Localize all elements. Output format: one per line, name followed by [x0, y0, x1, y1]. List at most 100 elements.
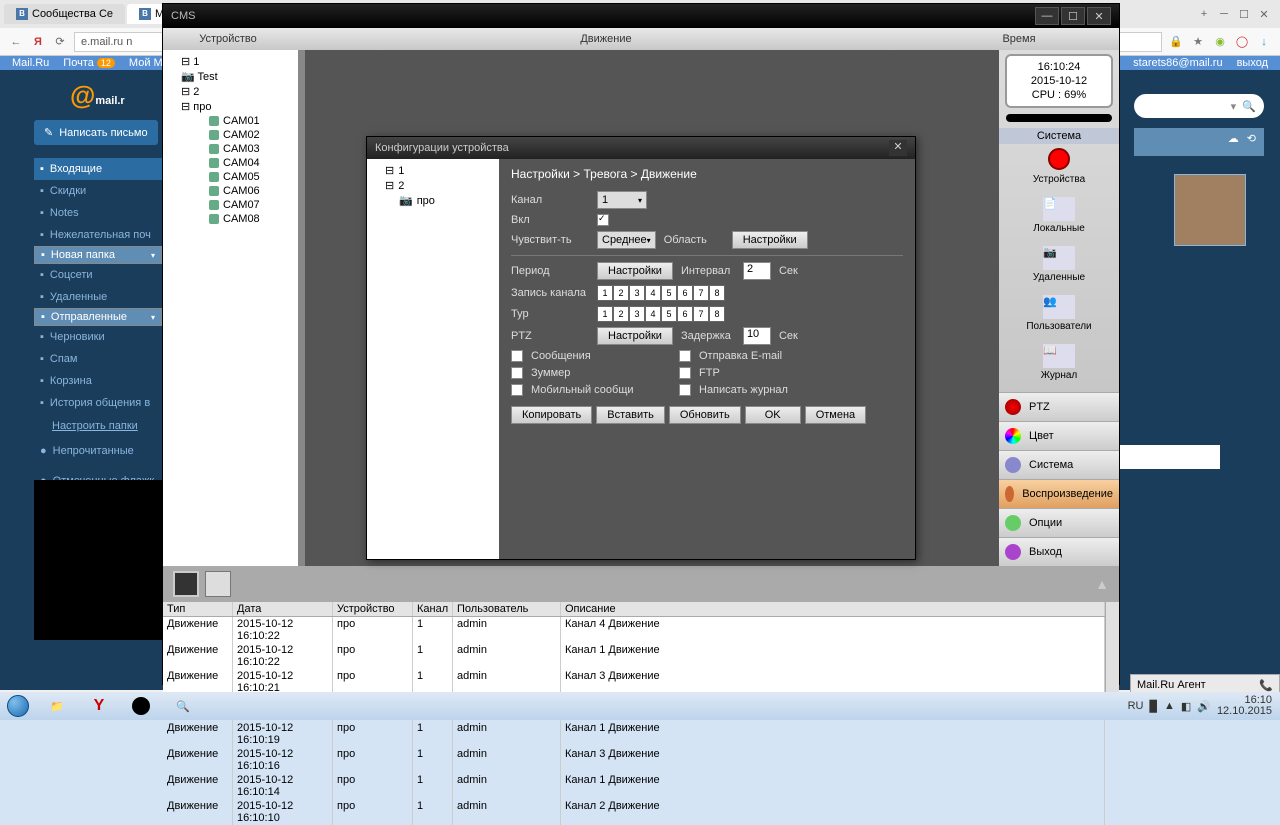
side-color[interactable]: Цвет: [999, 421, 1119, 450]
journal-icon[interactable]: 📖: [1043, 344, 1075, 368]
log-row[interactable]: Движение2015-10-12 16:10:19про1adminКана…: [163, 721, 1105, 747]
minimize-icon[interactable]: ─: [1216, 6, 1232, 22]
mail-folder[interactable]: ▪Notes: [34, 202, 162, 224]
cancel-button[interactable]: Отмена: [805, 406, 866, 424]
device-tree[interactable]: ⊟ 1 📷 Test⊟ 2 ⊟ проCAM01CAM02CAM03CAM04C…: [163, 50, 299, 566]
user-email[interactable]: starets86@mail.ru: [1133, 57, 1222, 69]
lang-indicator[interactable]: RU: [1128, 700, 1144, 712]
side-local[interactable]: Локальные: [1033, 223, 1085, 234]
side-playback[interactable]: Воспроизведение: [999, 479, 1119, 508]
refresh-icon[interactable]: ⟲: [1247, 132, 1256, 152]
paste-button[interactable]: Вставить: [596, 406, 665, 424]
mail-filter[interactable]: ●Непрочитанные: [34, 440, 162, 462]
mailru-link[interactable]: Mail.Ru: [12, 57, 49, 69]
mobile-checkbox[interactable]: [511, 384, 523, 396]
tray-icon[interactable]: 🔊: [1197, 700, 1211, 713]
log-row[interactable]: Движение2015-10-12 16:10:22про1adminКана…: [163, 643, 1105, 669]
camera-node[interactable]: CAM05: [167, 170, 294, 184]
msg-checkbox[interactable]: [511, 350, 523, 362]
modal-device-tree[interactable]: ⊟ 1 ⊟ 2 📷 про: [367, 159, 499, 559]
menu-time[interactable]: Время: [919, 33, 1119, 45]
camera-node[interactable]: CAM02: [167, 128, 294, 142]
channel-cell[interactable]: 7: [693, 285, 709, 301]
tray-clock[interactable]: 16:1012.10.2015: [1217, 695, 1272, 717]
log-row[interactable]: Движение2015-10-12 16:10:14про1adminКана…: [163, 773, 1105, 799]
mail-folder[interactable]: ▪Корзина: [34, 370, 162, 392]
splitter[interactable]: [299, 50, 305, 566]
up-arrow-icon[interactable]: ▲: [1095, 576, 1109, 592]
close-icon[interactable]: ✕: [1256, 6, 1272, 22]
remote-icon[interactable]: 📷: [1043, 246, 1075, 270]
mail-folder[interactable]: ▪Нежелательная поч: [34, 224, 162, 246]
side-devices[interactable]: Устройства: [1033, 174, 1085, 185]
writelog-checkbox[interactable]: [679, 384, 691, 396]
region-settings-button[interactable]: Настройки: [732, 231, 808, 249]
mail-folder[interactable]: ▪История общения в: [34, 392, 162, 414]
camera-node[interactable]: CAM01: [167, 114, 294, 128]
channel-cell[interactable]: 4: [645, 306, 661, 322]
channel-cell[interactable]: 8: [709, 306, 725, 322]
download-icon[interactable]: ↓: [1256, 34, 1272, 50]
channel-cell[interactable]: 6: [677, 285, 693, 301]
period-settings-button[interactable]: Настройки: [597, 262, 673, 280]
mail-folder[interactable]: ▪Новая папка: [34, 246, 162, 264]
channel-cell[interactable]: 5: [661, 306, 677, 322]
side-users[interactable]: Пользователи: [1026, 321, 1091, 332]
app-icon[interactable]: [121, 694, 161, 718]
maximize-button[interactable]: ☐: [1061, 7, 1085, 25]
channel-select[interactable]: 1: [597, 191, 647, 209]
compose-button[interactable]: ✎Написать письмо: [34, 120, 158, 145]
reload-icon[interactable]: ⟳: [52, 34, 68, 50]
camera-node[interactable]: CAM03: [167, 142, 294, 156]
side-journal[interactable]: Журнал: [1041, 370, 1078, 381]
side-exit[interactable]: Выход: [999, 537, 1119, 566]
ptz-settings-button[interactable]: Настройки: [597, 327, 673, 345]
android-icon[interactable]: ◉: [1212, 34, 1228, 50]
search-input[interactable]: ▾ 🔍: [1134, 94, 1264, 118]
tray-icon[interactable]: ◧: [1181, 700, 1191, 713]
record-indicator-icon[interactable]: [1048, 148, 1070, 170]
channel-cell[interactable]: 2: [613, 285, 629, 301]
channel-cell[interactable]: 8: [709, 285, 725, 301]
yandex-icon[interactable]: Я: [30, 34, 46, 50]
mail-folder[interactable]: ▪Скидки: [34, 180, 162, 202]
mail-folder[interactable]: ▪Входящие: [34, 158, 162, 180]
log-row[interactable]: Движение2015-10-12 16:10:16про1adminКана…: [163, 747, 1105, 773]
mail-link[interactable]: Почта 12: [63, 57, 115, 69]
minimize-button[interactable]: —: [1035, 7, 1059, 25]
star-icon[interactable]: ★: [1190, 34, 1206, 50]
side-system[interactable]: Система: [999, 450, 1119, 479]
channel-cell[interactable]: 3: [629, 285, 645, 301]
refresh-button[interactable]: Обновить: [669, 406, 741, 424]
mail-folder[interactable]: ▪Отправленные: [34, 308, 162, 326]
camera-node[interactable]: CAM06: [167, 184, 294, 198]
email-checkbox[interactable]: [679, 350, 691, 362]
camera-node[interactable]: CAM07: [167, 198, 294, 212]
camera-node[interactable]: CAM08: [167, 212, 294, 226]
sensitivity-select[interactable]: Среднее: [597, 231, 656, 249]
channel-cell[interactable]: 4: [645, 285, 661, 301]
tree-node[interactable]: ⊟ 1: [167, 54, 294, 69]
modal-close-button[interactable]: ✕: [889, 140, 907, 156]
log-scrollbar[interactable]: [1105, 602, 1119, 702]
mail-folder[interactable]: ▪Спам: [34, 348, 162, 370]
log-row[interactable]: Движение2015-10-12 16:10:22про1adminКана…: [163, 617, 1105, 643]
channel-cell[interactable]: 5: [661, 285, 677, 301]
close-button[interactable]: ✕: [1087, 7, 1111, 25]
log-row[interactable]: Движение2015-10-12 16:10:10про1adminКана…: [163, 799, 1105, 825]
ok-button[interactable]: OK: [745, 406, 801, 424]
channel-cell[interactable]: 2: [613, 306, 629, 322]
channel-cell[interactable]: 3: [629, 306, 645, 322]
camera-node[interactable]: CAM04: [167, 156, 294, 170]
start-button[interactable]: [0, 692, 36, 720]
opera-icon[interactable]: ◯: [1234, 34, 1250, 50]
interval-input[interactable]: 2: [743, 262, 771, 280]
browser-tab[interactable]: BСообщества Се: [4, 4, 125, 24]
new-tab-button[interactable]: +: [1196, 6, 1212, 22]
back-icon[interactable]: ←: [8, 34, 24, 50]
menu-motion[interactable]: Движение: [293, 33, 919, 45]
enable-checkbox[interactable]: [597, 214, 609, 226]
channel-cell[interactable]: 7: [693, 306, 709, 322]
layout-btn[interactable]: [205, 571, 231, 597]
avatar[interactable]: [1174, 174, 1246, 246]
